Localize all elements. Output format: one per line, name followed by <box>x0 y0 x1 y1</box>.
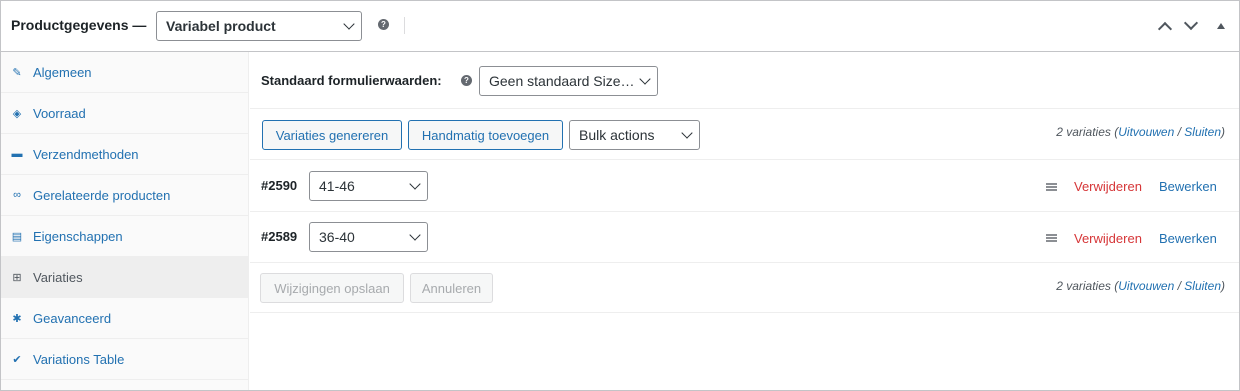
variations-count: 2 variaties (Uitvouwen / Sluiten) <box>1056 125 1225 139</box>
list-icon: ▤ <box>11 230 23 243</box>
grid-icon: ⊞ <box>12 271 22 284</box>
variation-attribute-value: 41-46 <box>319 178 355 194</box>
tab-shipping[interactable]: ▬ Verzendmethoden <box>1 134 248 175</box>
tag-icon: ◈ <box>12 107 22 120</box>
panel-header: Productgegevens — Variabel product ? <box>1 1 1239 52</box>
tab-label: Voorraad <box>33 105 86 121</box>
tab-label: Variations Table <box>33 351 125 367</box>
chevron-down-icon <box>409 178 421 190</box>
remove-variation-link[interactable]: Verwijderen <box>1074 179 1142 194</box>
link-icon: ∞ <box>13 189 21 201</box>
tab-variations-table[interactable]: ✔ Variations Table <box>1 339 248 380</box>
tab-label: Eigenschappen <box>33 228 123 244</box>
tab-label: Verzendmethoden <box>33 146 139 162</box>
tab-label: Gerelateerde producten <box>33 187 171 203</box>
default-form-values-label: Standaard formulierwaarden: <box>261 73 442 88</box>
edit-variation-link[interactable]: Bewerken <box>1159 231 1217 246</box>
cancel-button[interactable]: Annuleren <box>410 273 493 303</box>
move-up-icon[interactable] <box>1157 21 1173 37</box>
tab-attributes[interactable]: ▤ Eigenschappen <box>1 216 248 257</box>
bulk-actions-value: Bulk actions <box>579 127 655 143</box>
close-all-link[interactable]: Sluiten <box>1184 279 1221 293</box>
collapse-toggle-icon[interactable] <box>1217 23 1225 29</box>
drag-handle-icon[interactable] <box>1046 234 1057 242</box>
divider <box>404 17 405 34</box>
product-data-tabs: ✎ Algemeen ◈ Voorraad ▬ Verzendmethoden … <box>1 52 249 390</box>
product-type-select[interactable]: Variabel product <box>156 11 362 41</box>
help-icon[interactable]: ? <box>378 19 389 30</box>
product-data-panel: Productgegevens — Variabel product ? ✎ A… <box>0 0 1240 391</box>
panel-title: Productgegevens — <box>11 17 147 33</box>
move-down-icon[interactable] <box>1183 15 1199 31</box>
remove-variation-link[interactable]: Verwijderen <box>1074 231 1142 246</box>
edit-variation-link[interactable]: Bewerken <box>1159 179 1217 194</box>
default-form-values-row: Standaard formulierwaarden: ? Geen stand… <box>250 52 1239 109</box>
save-changes-button[interactable]: Wijzigingen opslaan <box>260 273 404 303</box>
tab-linked-products[interactable]: ∞ Gerelateerde producten <box>1 175 248 216</box>
variations-toolbar: Variaties genereren Handmatig toevoegen … <box>250 109 1239 160</box>
default-size-select[interactable]: Geen standaard Size… <box>479 66 658 96</box>
help-icon[interactable]: ? <box>461 75 472 86</box>
gear-icon: ✱ <box>12 312 22 325</box>
add-manually-button[interactable]: Handmatig toevoegen <box>408 120 563 150</box>
generate-variations-button[interactable]: Variaties genereren <box>262 120 402 150</box>
expand-all-link[interactable]: Uitvouwen <box>1118 125 1174 139</box>
default-size-value: Geen standaard Size… <box>489 73 635 89</box>
variation-id: #2590 <box>261 178 298 193</box>
variation-attribute-select[interactable]: 41-46 <box>309 171 428 201</box>
drag-handle-icon[interactable] <box>1046 183 1057 191</box>
tab-advanced[interactable]: ✱ Geavanceerd <box>1 298 248 339</box>
truck-icon: ▬ <box>11 148 23 160</box>
chevron-down-icon <box>639 73 651 85</box>
tab-general[interactable]: ✎ Algemeen <box>1 52 248 93</box>
product-type-value: Variabel product <box>166 18 276 34</box>
wrench-icon: ✎ <box>12 66 22 79</box>
chevron-down-icon <box>409 229 421 241</box>
variation-id: #2589 <box>261 229 298 244</box>
chevron-down-icon <box>681 127 693 139</box>
tab-variations[interactable]: ⊞ Variaties <box>1 257 248 298</box>
variation-attribute-value: 36-40 <box>319 229 355 245</box>
expand-all-link[interactable]: Uitvouwen <box>1118 279 1174 293</box>
tab-label: Variaties <box>33 269 83 285</box>
variation-row[interactable]: #2589 36-40 Verwijderen Bewerken <box>250 212 1239 263</box>
check-circle-icon: ✔ <box>12 353 22 366</box>
tab-label: Algemeen <box>33 64 92 80</box>
variation-attribute-select[interactable]: 36-40 <box>309 222 428 252</box>
variations-footer: Wijzigingen opslaan Annuleren 2 variatie… <box>250 263 1239 313</box>
close-all-link[interactable]: Sluiten <box>1184 125 1221 139</box>
chevron-down-icon <box>343 18 355 30</box>
tab-label: Geavanceerd <box>33 310 112 326</box>
variations-count: 2 variaties (Uitvouwen / Sluiten) <box>1056 279 1225 293</box>
tab-inventory[interactable]: ◈ Voorraad <box>1 93 248 134</box>
bulk-actions-select[interactable]: Bulk actions <box>569 120 700 150</box>
variation-row[interactable]: #2590 41-46 Verwijderen Bewerken <box>250 160 1239 212</box>
